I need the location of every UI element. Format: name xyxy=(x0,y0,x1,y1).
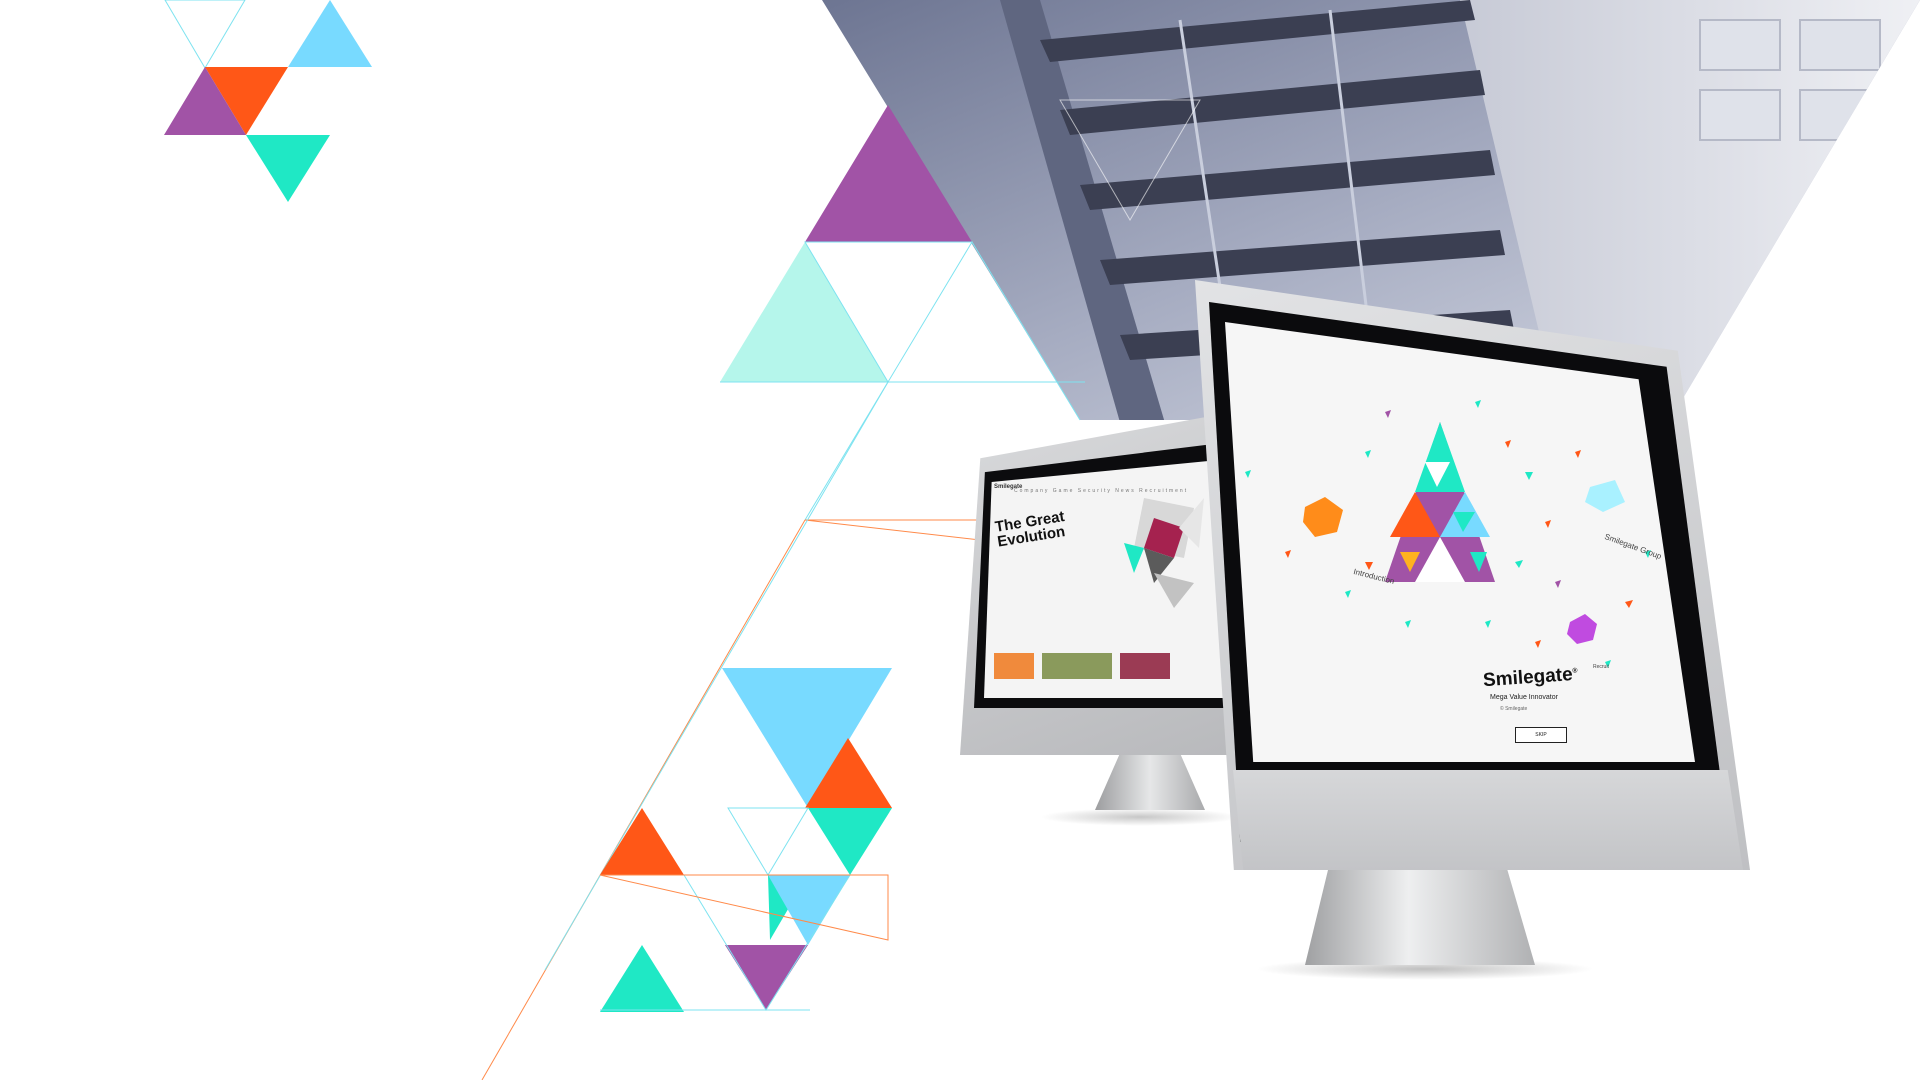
front-monitor-screen: Introduction Smilegate Group Recruit Smi… xyxy=(1225,322,1695,762)
front-monitor-subline: © Smilegate xyxy=(1500,706,1528,712)
cube-shape[interactable] xyxy=(1585,480,1625,512)
triangle-cluster-bottom xyxy=(599,668,892,1012)
hexagon-small-shape[interactable] xyxy=(1567,614,1597,644)
thumbnail[interactable] xyxy=(994,653,1034,679)
hexagon-shape[interactable] xyxy=(1303,497,1343,537)
thumbnail[interactable] xyxy=(1120,653,1170,679)
back-monitor-thumbnails xyxy=(994,653,1224,683)
front-monitor-tagline: Mega Value Innovator xyxy=(1490,694,1558,701)
recruit-link[interactable]: Recruit xyxy=(1593,664,1609,670)
skip-button[interactable]: SKIP xyxy=(1515,727,1567,743)
front-monitor-stand xyxy=(1305,870,1535,965)
stage: Smilegate Company Game Security News Rec… xyxy=(0,0,1920,1080)
back-monitor-headline: The Great Evolution xyxy=(993,508,1067,551)
front-monitor: Introduction Smilegate Group Recruit Smi… xyxy=(1195,280,1755,980)
triangle-cluster-top-left xyxy=(164,0,372,202)
thumbnail[interactable] xyxy=(1042,653,1112,679)
trademark: ® xyxy=(1572,667,1578,675)
front-monitor-chin xyxy=(1233,770,1743,870)
mosaic-triangle xyxy=(1385,422,1495,582)
